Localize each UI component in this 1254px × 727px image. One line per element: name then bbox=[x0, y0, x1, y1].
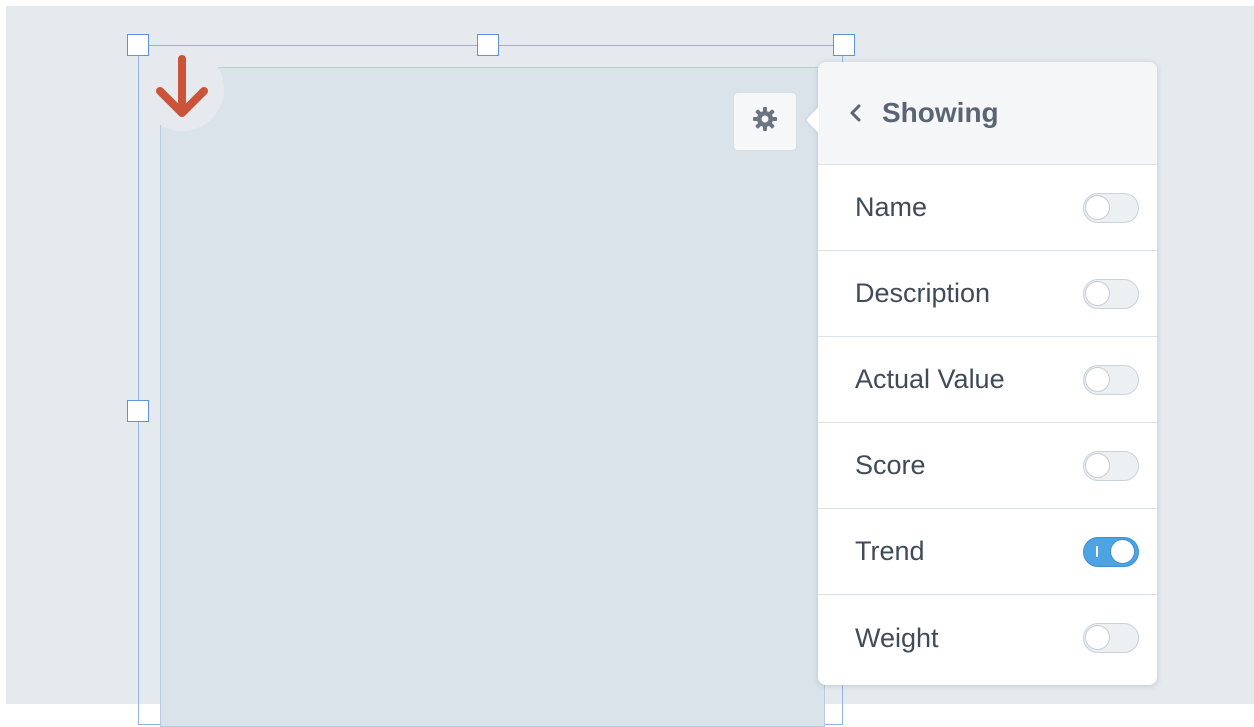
toggle-knob bbox=[1085, 625, 1110, 650]
actual-value-toggle[interactable] bbox=[1083, 364, 1139, 395]
trend-indicator bbox=[140, 47, 224, 131]
resize-handle-left[interactable] bbox=[127, 400, 149, 422]
options-list: Name Description Actual Value Score Tren… bbox=[818, 165, 1157, 681]
option-label: Weight bbox=[855, 622, 939, 653]
option-label: Score bbox=[855, 450, 926, 480]
toggle-on-mark bbox=[1096, 545, 1098, 557]
option-label: Actual Value bbox=[855, 364, 1005, 394]
option-label: Name bbox=[855, 192, 928, 222]
trend-widget[interactable] bbox=[160, 67, 825, 727]
chevron-left-icon[interactable] bbox=[846, 102, 864, 124]
option-row-score: Score bbox=[818, 423, 1157, 509]
name-toggle[interactable] bbox=[1083, 192, 1139, 223]
toggle-knob bbox=[1110, 538, 1135, 564]
option-row-description: Description bbox=[818, 251, 1157, 337]
trend-toggle[interactable] bbox=[1083, 536, 1139, 567]
description-toggle[interactable] bbox=[1083, 278, 1139, 309]
option-row-weight: Weight bbox=[818, 595, 1157, 681]
showing-popover: Showing Name Description Actual Value Sc… bbox=[806, 62, 1157, 685]
option-row-name: Name bbox=[818, 165, 1157, 251]
resize-handle-top-left[interactable] bbox=[127, 34, 149, 56]
popover-caret bbox=[806, 106, 819, 134]
option-row-trend: Trend bbox=[818, 509, 1157, 595]
weight-toggle[interactable] bbox=[1083, 623, 1139, 653]
resize-handle-top-right[interactable] bbox=[833, 34, 855, 56]
score-toggle[interactable] bbox=[1083, 450, 1139, 481]
option-row-actual-value: Actual Value bbox=[818, 337, 1157, 423]
option-label: Description bbox=[855, 278, 991, 308]
toggle-knob bbox=[1085, 280, 1110, 306]
popover-back-header[interactable]: Showing bbox=[818, 62, 1157, 165]
option-label: Trend bbox=[855, 536, 925, 566]
toggle-knob bbox=[1085, 194, 1110, 220]
popover-title: Showing bbox=[882, 97, 999, 128]
settings-button[interactable] bbox=[733, 92, 797, 151]
resize-handle-top[interactable] bbox=[477, 34, 499, 56]
gear-icon bbox=[752, 106, 778, 137]
arrow-down-icon bbox=[152, 53, 212, 126]
toggle-knob bbox=[1085, 366, 1110, 392]
toggle-knob bbox=[1085, 452, 1110, 478]
